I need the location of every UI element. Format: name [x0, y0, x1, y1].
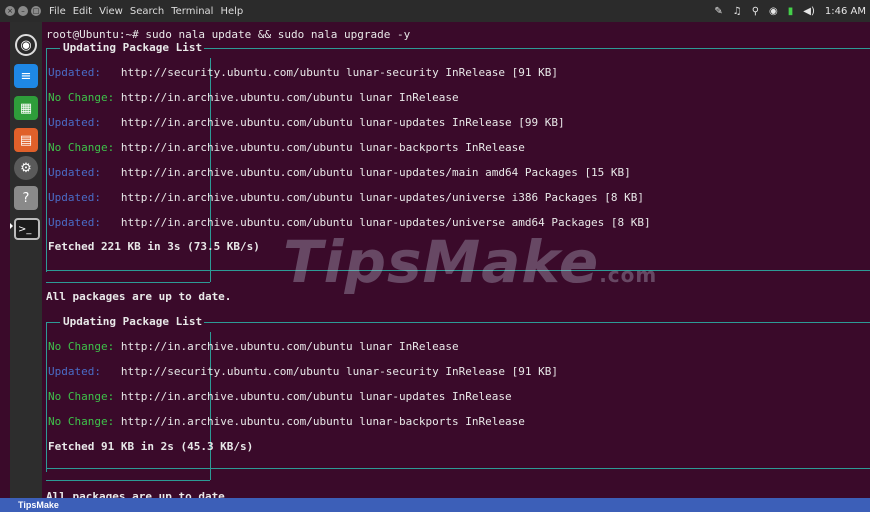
menu-file[interactable]: File	[49, 6, 66, 17]
list-item: Updated: http://in.archive.ubuntu.com/ub…	[48, 116, 565, 129]
menu-bar: File Edit View Search Terminal Help	[49, 6, 243, 17]
clock[interactable]: 1:46 AM	[825, 6, 866, 17]
frame-left-border	[46, 48, 47, 272]
ubuntu-logo-icon[interactable]: ◉	[15, 34, 37, 56]
frame-top-right	[204, 322, 870, 323]
calc-icon[interactable]: ▦	[14, 96, 38, 120]
list-item: Updated: http://in.archive.ubuntu.com/ub…	[48, 191, 645, 204]
status-message: All packages are up to date.	[46, 290, 232, 303]
network-icon[interactable]: ◉	[769, 6, 778, 17]
link-icon[interactable]: ⚲	[752, 6, 759, 17]
help-icon[interactable]: ?	[14, 186, 38, 210]
menu-edit[interactable]: Edit	[73, 6, 92, 17]
list-item: No Change: http://in.archive.ubuntu.com/…	[48, 340, 459, 353]
frame-top-right	[204, 48, 870, 49]
list-item: No Change: http://in.archive.ubuntu.com/…	[48, 390, 512, 403]
list-item: Updated: http://in.archive.ubuntu.com/ub…	[48, 166, 631, 179]
section-title: Updating Package List	[63, 315, 203, 328]
frame-top-left	[46, 48, 60, 49]
battery-icon[interactable]: ▮	[788, 6, 794, 17]
frame-box-bottom	[46, 480, 210, 481]
command-prompt: root@Ubuntu:~# sudo nala update && sudo …	[46, 28, 411, 41]
settings-icon[interactable]: ⚙	[14, 156, 38, 180]
window-controls: × – □	[5, 6, 41, 16]
frame-box-bottom	[46, 282, 210, 283]
menu-view[interactable]: View	[99, 6, 123, 17]
pen-icon[interactable]: ✎	[714, 6, 722, 17]
watermark-logo: TipsMake.com	[283, 228, 658, 296]
frame-left-border	[46, 322, 47, 472]
top-panel: × – □ File Edit View Search Terminal Hel…	[0, 0, 870, 22]
section-title: Updating Package List	[63, 41, 203, 54]
list-item: No Change: http://in.archive.ubuntu.com/…	[48, 141, 525, 154]
notification-icon[interactable]: ♫	[733, 6, 742, 17]
launcher: ◉ ≡ ▦ ▤ ⚙ ? >_	[10, 22, 42, 498]
frame-divider	[210, 332, 211, 480]
active-arrow-icon	[10, 223, 13, 229]
terminal-icon[interactable]: >_	[14, 218, 40, 240]
maximize-icon[interactable]: □	[31, 6, 41, 16]
list-item: Updated: http://security.ubuntu.com/ubun…	[48, 365, 558, 378]
menu-search[interactable]: Search	[130, 6, 164, 17]
minimize-icon[interactable]: –	[18, 6, 28, 16]
list-item: No Change: http://in.archive.ubuntu.com/…	[48, 91, 459, 104]
menu-terminal[interactable]: Terminal	[171, 6, 213, 17]
close-icon[interactable]: ×	[5, 6, 15, 16]
list-item: No Change: http://in.archive.ubuntu.com/…	[48, 415, 525, 428]
frame-top-left	[46, 322, 60, 323]
footer-brand-bar: TipsMake	[0, 498, 870, 512]
writer-icon[interactable]: ≡	[14, 64, 38, 88]
frame-bottom	[46, 468, 870, 469]
system-tray: ✎ ♫ ⚲ ◉ ▮ ◀) 1:46 AM	[714, 0, 866, 22]
list-item: Updated: http://security.ubuntu.com/ubun…	[48, 66, 558, 79]
fetched-summary: Fetched 91 KB in 2s (45.3 KB/s)	[48, 440, 254, 453]
volume-icon[interactable]: ◀)	[803, 6, 815, 17]
impress-icon[interactable]: ▤	[14, 128, 38, 152]
menu-help[interactable]: Help	[220, 6, 243, 17]
fetched-summary: Fetched 221 KB in 3s (73.5 KB/s)	[48, 240, 260, 253]
